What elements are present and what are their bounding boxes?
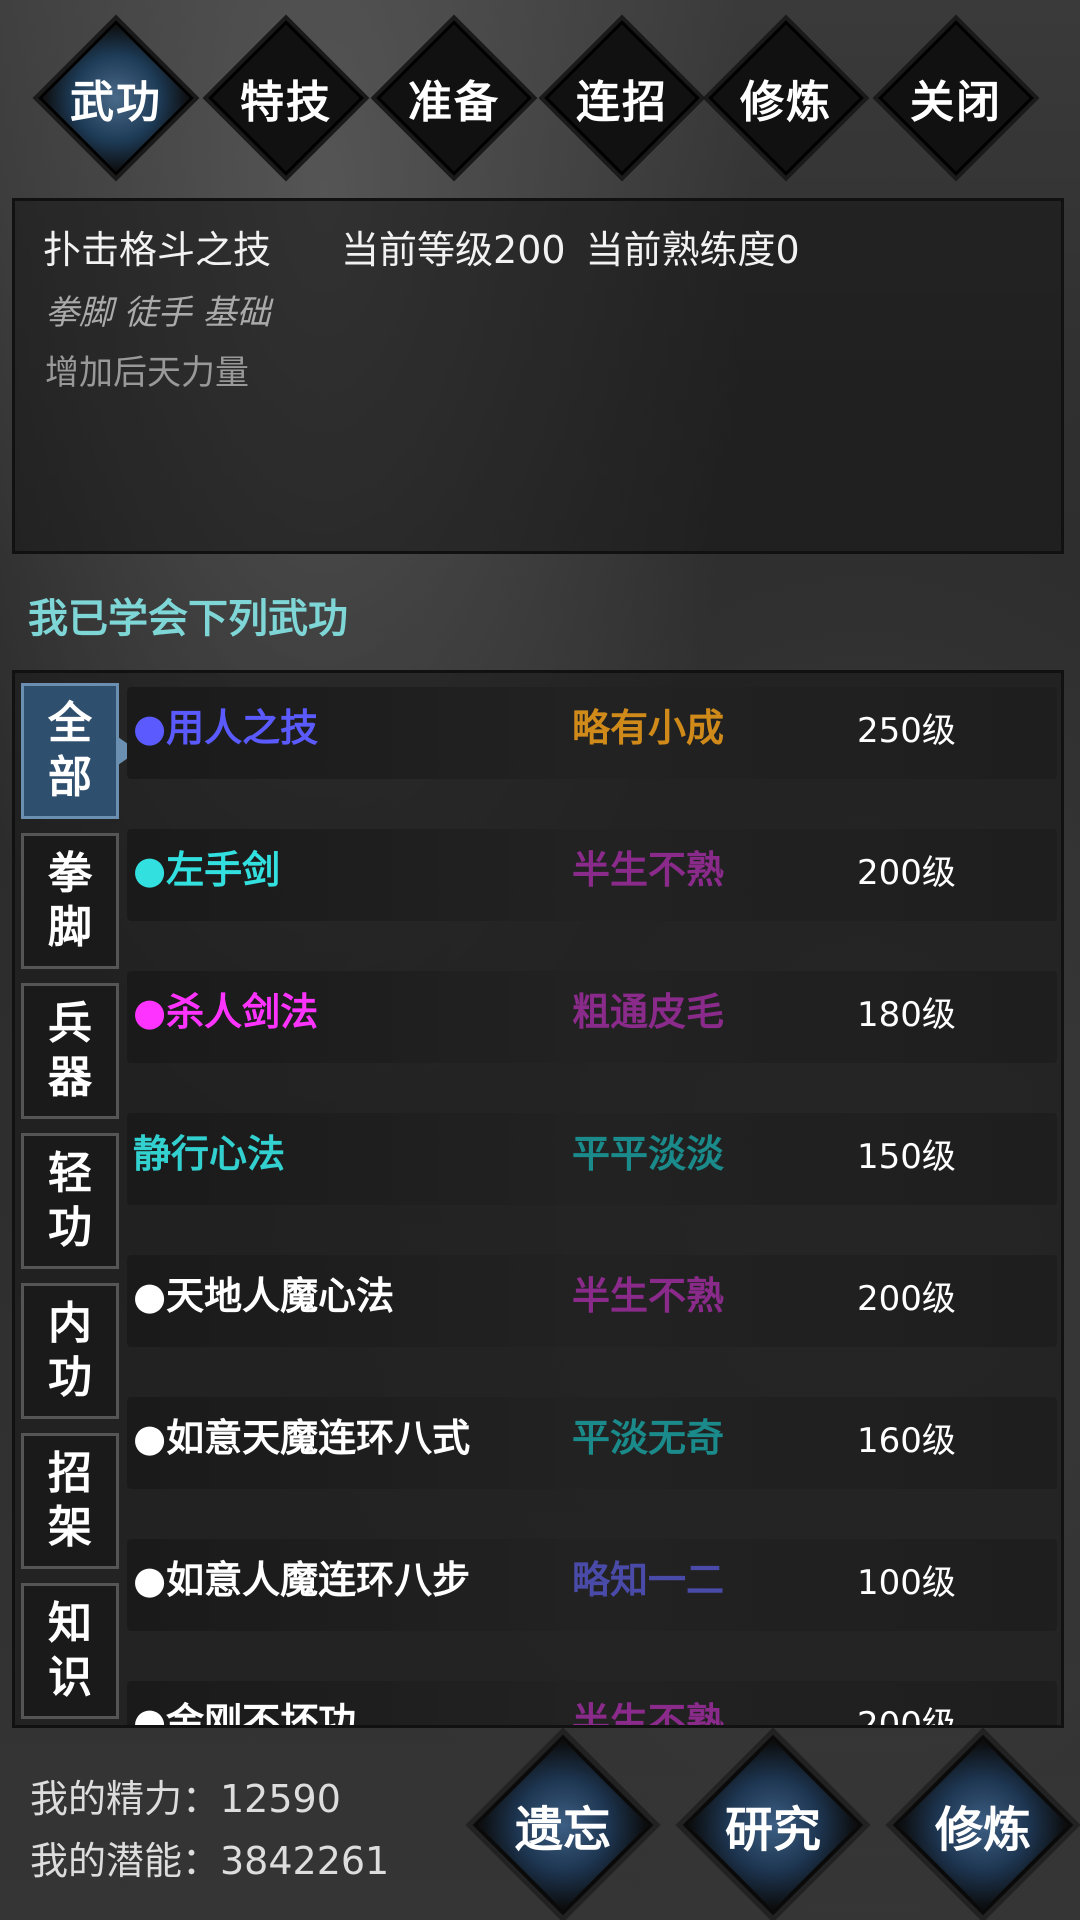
skill-row-level: 250级 <box>857 711 956 751</box>
skill-row[interactable]: ●如意人魔连环八步 略知一二 100级 <box>127 1539 1057 1631</box>
category-tab-inner[interactable]: 内功 <box>21 1283 119 1419</box>
skill-row-name: ●用人之技 <box>133 705 319 750</box>
potential-stat: 我的潜能：3842261 <box>30 1839 390 1883</box>
skill-row-mastery: 半生不熟 <box>572 847 725 892</box>
energy-stat: 我的精力：12590 <box>30 1777 341 1821</box>
skill-name: 扑击格斗之技 <box>43 228 272 272</box>
skill-info-panel: 扑击格斗之技 当前等级200 当前熟练度0 拳脚 徒手 基础 增加后天力量 <box>12 198 1064 554</box>
skill-row[interactable]: ●左手剑 半生不熟 200级 <box>127 829 1057 921</box>
category-tab-all[interactable]: 全部 <box>21 683 138 819</box>
section-title: 我已学会下列武功 <box>28 595 348 642</box>
skill-row-mastery: 平平淡淡 <box>572 1131 725 1176</box>
skill-row-mastery: 略知一二 <box>572 1557 725 1602</box>
tab-martial-arts[interactable]: 武功 <box>38 20 194 176</box>
skill-proficiency: 当前熟练度0 <box>585 228 800 272</box>
skill-row-level: 200级 <box>857 1279 956 1319</box>
skill-row-level: 180级 <box>857 995 956 1035</box>
category-tab-parry[interactable]: 招架 <box>21 1433 119 1569</box>
train-button[interactable]: 修炼 <box>892 1734 1074 1916</box>
skill-row-name: ●金刚不坏功 <box>133 1699 357 1728</box>
category-tab-weapon[interactable]: 兵器 <box>21 983 119 1119</box>
category-tab-lightness[interactable]: 轻功 <box>21 1133 119 1269</box>
skill-row-mastery: 平淡无奇 <box>572 1415 725 1460</box>
category-tab-knowledge[interactable]: 知识 <box>21 1583 119 1719</box>
skill-row-name: 静行心法 <box>133 1131 286 1176</box>
tab-prepare[interactable]: 准备 <box>376 20 532 176</box>
skill-row[interactable]: ●杀人剑法 粗通皮毛 180级 <box>127 971 1057 1063</box>
tab-train[interactable]: 修炼 <box>708 20 864 176</box>
category-tab-fist[interactable]: 拳脚 <box>21 833 119 969</box>
skill-row-level: 200级 <box>857 853 956 893</box>
skill-row-name: ●如意人魔连环八步 <box>133 1557 471 1602</box>
skill-row-level: 200级 <box>857 1705 956 1728</box>
skill-row[interactable]: ●金刚不坏功 半生不熟 200级 <box>127 1681 1057 1728</box>
skill-row[interactable]: ●如意天魔连环八式 平淡无奇 160级 <box>127 1397 1057 1489</box>
forget-button[interactable]: 遗忘 <box>472 1734 654 1916</box>
skill-info-header: 扑击格斗之技 当前等级200 当前熟练度0 <box>43 219 800 274</box>
tab-combos[interactable]: 连招 <box>544 20 700 176</box>
skill-tags: 拳脚 徒手 基础 <box>45 293 271 333</box>
top-tab-bar: 武功 特技 准备 连招 修炼 关闭 <box>0 0 1080 180</box>
skill-row-name: ●左手剑 <box>133 847 281 892</box>
skill-row-name: ●杀人剑法 <box>133 989 319 1034</box>
skill-row-level: 100级 <box>857 1563 956 1603</box>
skill-row-mastery: 半生不熟 <box>572 1699 725 1728</box>
skill-row-mastery: 略有小成 <box>572 705 725 750</box>
skill-row[interactable]: ●天地人魔心法 半生不熟 200级 <box>127 1255 1057 1347</box>
skill-row-level: 160级 <box>857 1421 956 1461</box>
skill-description: 增加后天力量 <box>45 353 249 393</box>
skill-row[interactable]: 静行心法 平平淡淡 150级 <box>127 1113 1057 1205</box>
skill-row-mastery: 粗通皮毛 <box>572 989 725 1034</box>
skill-list-panel: 全部 拳脚 兵器 轻功 内功 招架 知识 ●用人之技 略有小成 250级 ●左手… <box>12 670 1064 1728</box>
skill-level: 当前等级200 <box>341 228 566 272</box>
skill-row-name: ●天地人魔心法 <box>133 1273 395 1318</box>
skill-row-name: ●如意天魔连环八式 <box>133 1415 471 1460</box>
skill-row[interactable]: ●用人之技 略有小成 250级 <box>127 687 1057 779</box>
research-button[interactable]: 研究 <box>682 1734 864 1916</box>
skill-row-mastery: 半生不熟 <box>572 1273 725 1318</box>
close-button[interactable]: 关闭 <box>878 20 1034 176</box>
skill-row-level: 150级 <box>857 1137 956 1177</box>
tab-special-skills[interactable]: 特技 <box>208 20 364 176</box>
